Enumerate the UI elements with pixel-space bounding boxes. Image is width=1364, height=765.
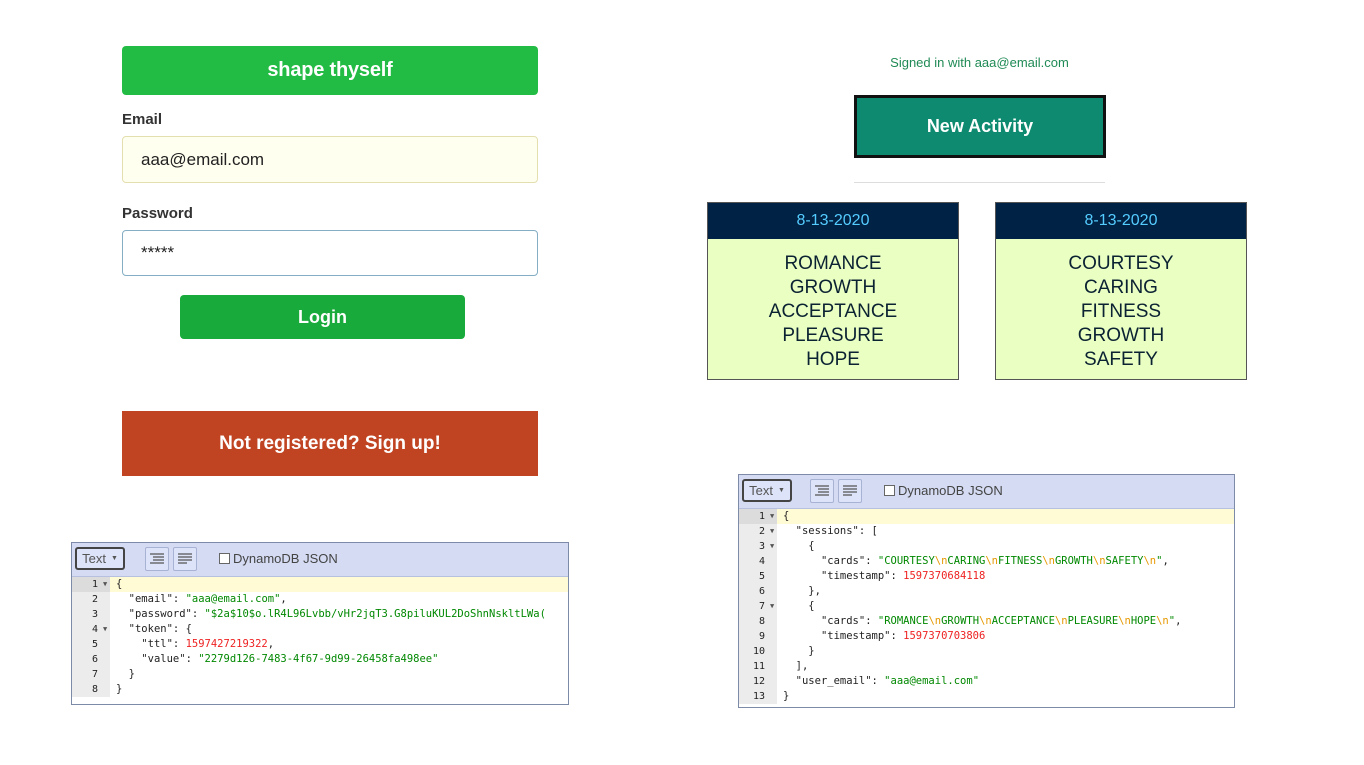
json-card: PLEASURE — [1067, 615, 1119, 627]
json-user-email: aaa@email.com — [890, 675, 973, 687]
editor-toolbar: Text ▼ DynamoDB JSON — [72, 543, 568, 577]
signup-button[interactable]: Not registered? Sign up! — [122, 411, 538, 476]
card-value: ROMANCE — [784, 253, 882, 274]
json-card: SAFETY — [1105, 555, 1144, 567]
fold-arrow-icon[interactable]: ▼ — [770, 599, 774, 614]
login-button[interactable]: Login — [180, 295, 465, 339]
fold-arrow-icon[interactable]: ▼ — [103, 577, 107, 592]
dynamo-checkbox[interactable] — [884, 485, 895, 496]
dynamo-label: DynamoDB JSON — [898, 483, 1003, 498]
mode-label: Text — [749, 483, 773, 498]
email-label: Email — [122, 111, 163, 128]
card-value: FITNESS — [1080, 301, 1162, 322]
compact-icon — [178, 553, 192, 564]
json-ttl: 1597427219322 — [185, 638, 268, 650]
card-value: ACCEPTANCE — [768, 301, 898, 322]
code-line: 8 "cards": "ROMANCE\nGROWTH\nACCEPTANCE\… — [758, 615, 1182, 627]
new-activity-button[interactable]: New Activity — [854, 95, 1106, 158]
fold-arrow-icon[interactable]: ▼ — [103, 622, 107, 637]
code-line: 8} — [91, 683, 123, 695]
password-field[interactable] — [122, 230, 538, 276]
json-card: ROMANCE — [884, 615, 929, 627]
code-line: 4 "cards": "COURTESY\nCARING\nFITNESS\nG… — [758, 555, 1169, 567]
code-line: 9 "timestamp": 1597370703806 — [758, 630, 986, 642]
code-line: 4 ▼ "token": { — [91, 622, 192, 637]
json-email: aaa@email.com — [191, 593, 275, 605]
format-button[interactable] — [145, 547, 169, 571]
json-card: CARING — [947, 555, 986, 567]
card-value: COURTESY — [1068, 253, 1174, 274]
code-line: 5 "ttl": 1597427219322, — [91, 638, 275, 650]
json-card: FITNESS — [998, 555, 1043, 567]
card-value: HOPE — [806, 349, 860, 370]
compact-icon — [843, 485, 857, 496]
json-password: $2a$10$o.lR4L96Lvbb/vHr2jqT3.G8piluKUL2D… — [210, 608, 546, 620]
code-line: 7 } — [91, 668, 135, 680]
dynamo-option[interactable]: DynamoDB JSON — [219, 551, 338, 566]
code-line: 7 ▼ { — [758, 599, 815, 614]
code-line: 1 ▼{ — [72, 577, 568, 592]
json-timestamp: 1597370684118 — [903, 570, 986, 582]
card-value: GROWTH — [789, 277, 877, 298]
code-line: 3 "password": "$2a$10$o.lR4L96Lvbb/vHr2j… — [91, 608, 546, 620]
code-line: 13} — [752, 690, 790, 702]
dynamo-checkbox[interactable] — [219, 553, 230, 564]
divider — [854, 182, 1105, 183]
code-line: 2 "email": "aaa@email.com", — [91, 593, 287, 605]
compact-button[interactable] — [838, 479, 862, 503]
code-line: 5 "timestamp": 1597370684118 — [758, 570, 986, 582]
code-area[interactable]: 1 ▼{ 2 ▼ "sessions": [ 3 ▼ { 4 "cards": "CO… — [739, 509, 1234, 704]
mode-dropdown[interactable]: Text ▼ — [75, 547, 125, 570]
code-line: 2 ▼ "sessions": [ — [758, 524, 878, 539]
code-area[interactable]: 1 ▼{ 2 "email": "aaa@email.com", 3 "passw… — [72, 577, 568, 697]
code-line: 1 ▼{ — [739, 509, 1234, 524]
json-card: ACCEPTANCE — [991, 615, 1055, 627]
card-value: SAFETY — [1084, 349, 1158, 370]
json-card: COURTESY — [884, 555, 935, 567]
fold-arrow-icon[interactable]: ▼ — [770, 509, 774, 524]
json-card: GROWTH — [1054, 555, 1093, 567]
fold-arrow-icon[interactable]: ▼ — [770, 524, 774, 539]
signed-in-status: Signed in with aaa@email.com — [890, 55, 1069, 70]
code-line: 11 ], — [752, 660, 809, 672]
code-line: 6 "value": "2279d126-7483-4f67-9d99-2645… — [91, 653, 439, 665]
json-token-value: 2279d126-7483-4f67-9d99-26458fa498ee — [204, 653, 433, 665]
user-json-editor: Text ▼ DynamoDB JSON 1 ▼{ 2 "email": "aaa@… — [71, 542, 569, 705]
code-line: 10 } — [752, 645, 815, 657]
code-line: 12 "user_email": "aaa@email.com" — [752, 675, 980, 687]
format-icon — [150, 553, 164, 564]
activity-card: 8-13-2020 ROMANCE GROWTH ACCEPTANCE PLEA… — [707, 202, 959, 380]
json-card: GROWTH — [941, 615, 980, 627]
compact-button[interactable] — [173, 547, 197, 571]
card-date: 8-13-2020 — [996, 203, 1246, 239]
dynamo-option[interactable]: DynamoDB JSON — [884, 483, 1003, 498]
chevron-down-icon: ▼ — [110, 555, 118, 562]
card-values: COURTESY CARING FITNESS GROWTH SAFETY — [996, 239, 1246, 372]
code-line: 6 }, — [758, 585, 821, 597]
mode-dropdown[interactable]: Text ▼ — [742, 479, 792, 502]
app-title-banner: shape thyself — [122, 46, 538, 95]
editor-toolbar: Text ▼ DynamoDB JSON — [739, 475, 1234, 509]
card-date: 8-13-2020 — [708, 203, 958, 239]
card-values: ROMANCE GROWTH ACCEPTANCE PLEASURE HOPE — [708, 239, 958, 372]
json-card: HOPE — [1130, 615, 1157, 627]
chevron-down-icon: ▼ — [777, 487, 785, 494]
password-label: Password — [122, 205, 193, 222]
format-button[interactable] — [810, 479, 834, 503]
code-line: 3 ▼ { — [758, 539, 815, 554]
dynamo-label: DynamoDB JSON — [233, 551, 338, 566]
json-timestamp: 1597370703806 — [903, 630, 986, 642]
mode-label: Text — [82, 551, 106, 566]
card-value: PLEASURE — [782, 325, 884, 346]
activity-card: 8-13-2020 COURTESY CARING FITNESS GROWTH… — [995, 202, 1247, 380]
format-icon — [815, 485, 829, 496]
card-value: CARING — [1084, 277, 1158, 298]
sessions-json-editor: Text ▼ DynamoDB JSON 1 ▼{ 2 ▼ "sessions": [… — [738, 474, 1235, 708]
email-field[interactable] — [122, 136, 538, 183]
card-value: GROWTH — [1077, 325, 1165, 346]
fold-arrow-icon[interactable]: ▼ — [770, 539, 774, 554]
